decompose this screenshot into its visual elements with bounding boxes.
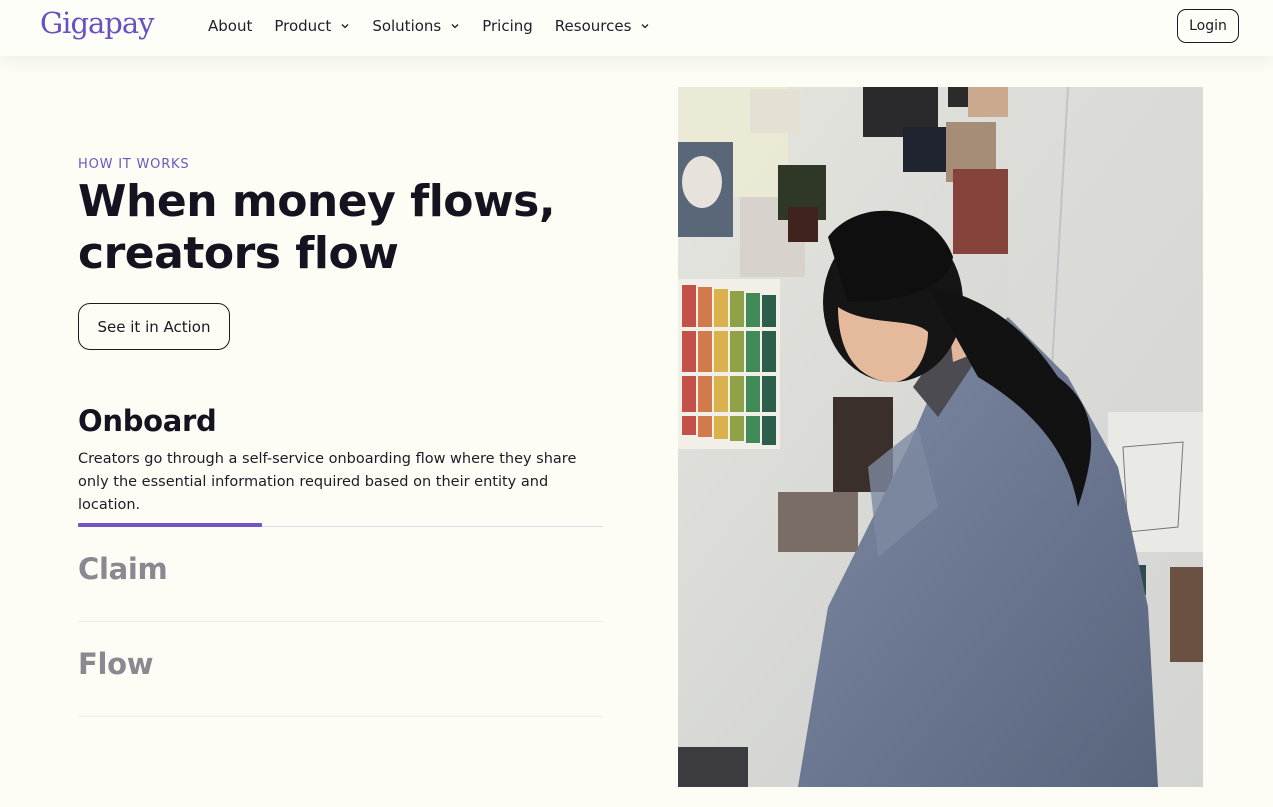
step-divider xyxy=(78,621,603,622)
step-title-onboard[interactable]: Onboard xyxy=(78,404,217,438)
nav-product-label: Product xyxy=(274,17,332,35)
nav-pricing-label: Pricing xyxy=(482,17,533,35)
headline-line-1: When money flows, xyxy=(78,176,556,227)
hero-photo-illustration xyxy=(678,87,1203,787)
chevron-down-icon xyxy=(641,24,649,29)
color-swatches xyxy=(678,279,780,449)
step-title-claim[interactable]: Claim xyxy=(78,552,168,586)
nav-links: About Product Solutions Pricing Resource… xyxy=(208,17,672,35)
chevron-down-icon xyxy=(451,24,459,29)
nav-about-label: About xyxy=(208,17,253,35)
gigapay-logo[interactable]: Gigapay xyxy=(40,6,155,40)
step-description: Creators go through a self-service onboa… xyxy=(78,451,577,513)
step-progress-bar xyxy=(78,523,262,527)
see-it-in-action-button[interactable]: See it in Action xyxy=(78,303,230,350)
step-divider xyxy=(78,716,603,717)
nav-resources-label: Resources xyxy=(554,17,632,35)
hero-photo xyxy=(678,87,1203,787)
top-navigation: Gigapay About Product Solutions Pricing … xyxy=(0,0,1273,56)
nav-about[interactable]: About xyxy=(208,17,252,35)
section-headline: When money flows, creators flow xyxy=(78,176,598,280)
login-button[interactable]: Login xyxy=(1177,9,1239,43)
headline-line-2: creators flow xyxy=(78,228,399,279)
nav-solutions-label: Solutions xyxy=(372,17,442,35)
step-title-flow[interactable]: Flow xyxy=(78,647,154,681)
nav-product[interactable]: Product xyxy=(274,17,350,35)
section-eyebrow: HOW IT WORKS xyxy=(78,157,190,172)
chevron-down-icon xyxy=(341,24,349,29)
nav-solutions[interactable]: Solutions xyxy=(372,17,460,35)
nav-pricing[interactable]: Pricing xyxy=(482,17,533,35)
nav-resources[interactable]: Resources xyxy=(555,17,651,35)
